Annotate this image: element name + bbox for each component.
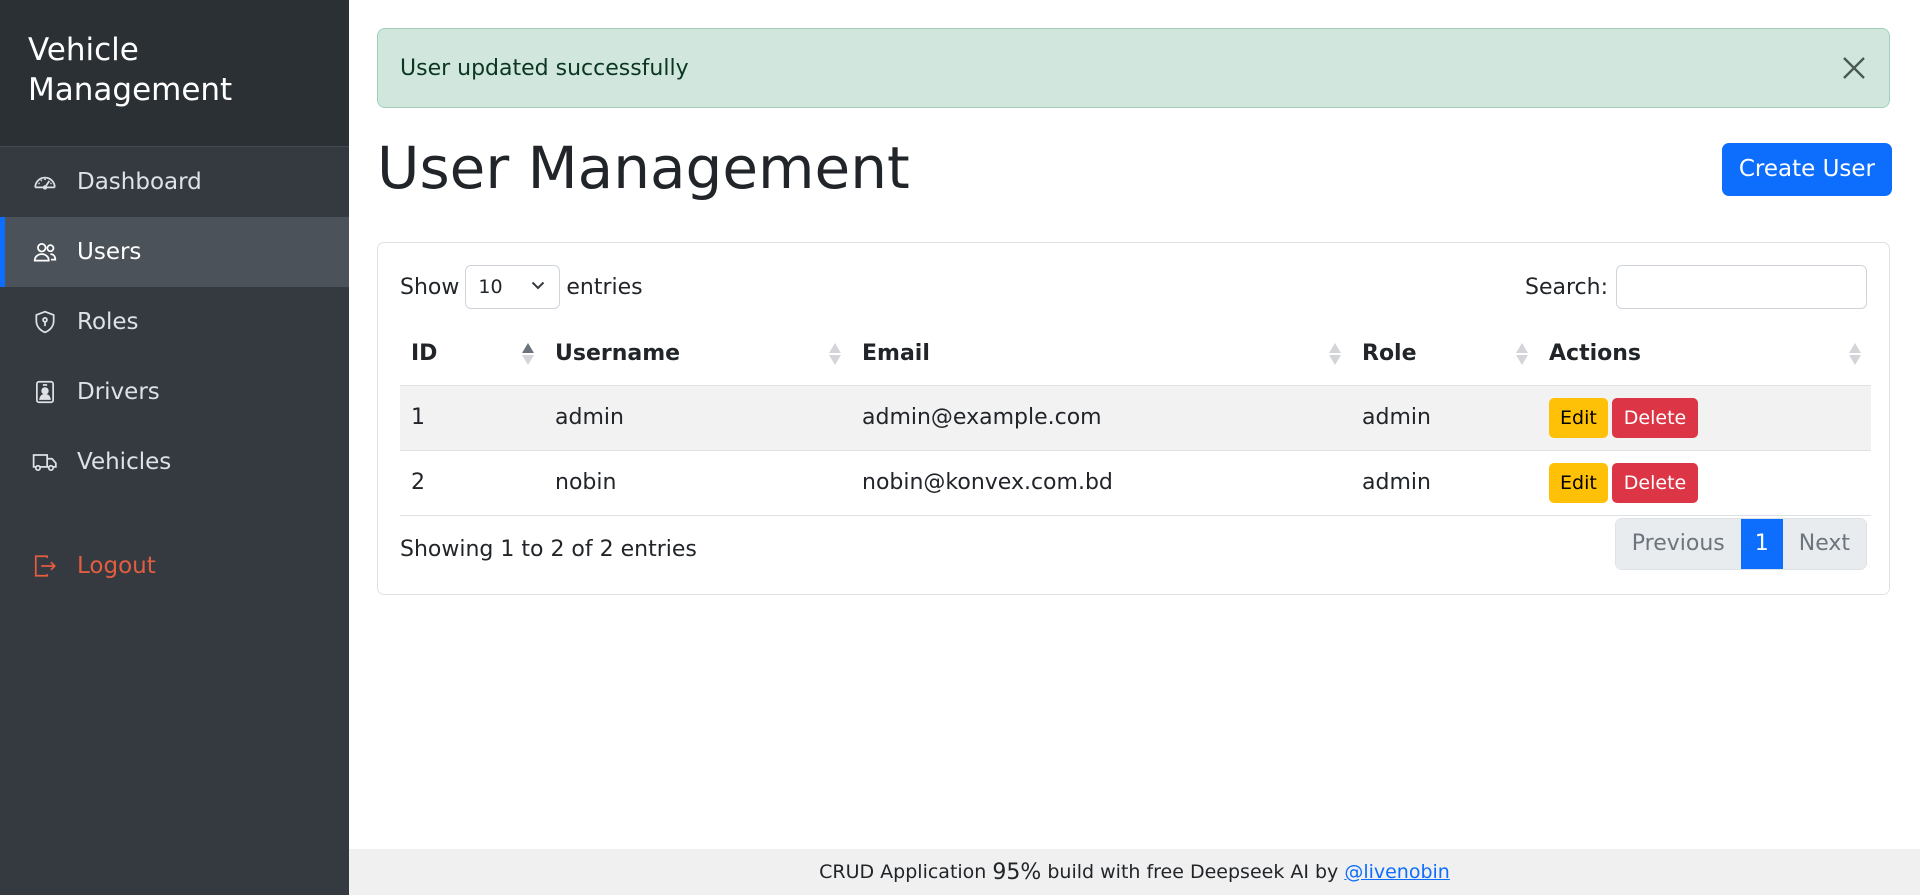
edit-button[interactable]: Edit — [1549, 462, 1608, 503]
footer-text-after: build with free Deepseek AI by — [1047, 861, 1339, 883]
logout-icon — [32, 553, 58, 579]
cell-role: admin — [1351, 450, 1538, 516]
table-controls: Show 10 entries Search: — [400, 265, 1867, 309]
cell-username: nobin — [544, 450, 851, 516]
speedometer-icon — [32, 169, 58, 195]
search-control: Search: — [1525, 265, 1867, 309]
users-table-card: Show 10 entries Search: ID Username Emai… — [377, 242, 1890, 595]
cell-role: admin — [1351, 385, 1538, 451]
chevron-down-icon — [530, 276, 546, 298]
page-button-current[interactable]: 1 — [1740, 519, 1783, 569]
close-icon[interactable] — [1837, 51, 1871, 85]
column-header-actions[interactable]: Actions — [1538, 323, 1871, 386]
page-title: User Management — [377, 134, 910, 202]
cell-id: 1 — [400, 385, 544, 451]
column-header-role[interactable]: Role — [1351, 323, 1538, 386]
sidebar-item-label: Vehicles — [77, 449, 172, 475]
pagination: Previous 1 Next — [1614, 518, 1867, 570]
sidebar-item-label: Roles — [77, 309, 139, 335]
success-alert: User updated successfully — [377, 28, 1890, 108]
cell-actions: Edit Delete — [1538, 450, 1871, 516]
sort-icon — [522, 342, 534, 365]
next-page-button[interactable]: Next — [1782, 519, 1866, 569]
footer-author-link[interactable]: @livenobin — [1344, 861, 1450, 883]
delete-button[interactable]: Delete — [1611, 397, 1699, 438]
sidebar: Vehicle Management Dashboard Users Roles… — [0, 0, 349, 895]
column-header-email[interactable]: Email — [851, 323, 1351, 386]
column-header-username[interactable]: Username — [544, 323, 851, 386]
cell-actions: Edit Delete — [1538, 385, 1871, 451]
sort-icon — [1329, 342, 1341, 365]
sort-icon — [829, 342, 841, 365]
brand: Vehicle Management — [0, 0, 349, 147]
main-content: User updated successfully User Managemen… — [349, 0, 1920, 895]
alert-message: User updated successfully — [400, 55, 689, 81]
sidebar-item-roles[interactable]: Roles — [0, 287, 349, 357]
logout-label: Logout — [77, 553, 156, 579]
truck-icon — [32, 449, 58, 475]
sidebar-item-label: Dashboard — [77, 169, 202, 195]
table-info: Showing 1 to 2 of 2 entries — [400, 537, 697, 562]
search-label: Search: — [1525, 274, 1608, 300]
person-badge-icon — [32, 379, 58, 405]
page-length-value: 10 — [478, 276, 503, 298]
footer-text: CRUD Application — [819, 861, 987, 883]
page-length-select[interactable]: 10 — [465, 265, 561, 309]
sidebar-item-users[interactable]: Users — [0, 217, 349, 287]
table-row: 2 nobin nobin@konvex.com.bd admin Edit De… — [400, 450, 1871, 516]
sort-icon — [1516, 342, 1528, 365]
cell-id: 2 — [400, 450, 544, 516]
users-table: ID Username Email Role Actions 1 admin a… — [400, 323, 1871, 516]
sidebar-item-drivers[interactable]: Drivers — [0, 357, 349, 427]
cell-email: admin@example.com — [851, 385, 1351, 451]
create-user-button[interactable]: Create User — [1721, 143, 1892, 196]
footer: CRUD Application 95% build with free Dee… — [349, 849, 1920, 895]
sidebar-item-dashboard[interactable]: Dashboard — [0, 147, 349, 217]
users-icon — [32, 239, 58, 265]
column-header-id[interactable]: ID — [400, 323, 544, 386]
page-length-control: Show 10 entries — [400, 265, 643, 309]
show-label: Show — [400, 274, 460, 300]
delete-button[interactable]: Delete — [1611, 462, 1699, 503]
table-row: 1 admin admin@example.com admin Edit Dele… — [400, 385, 1871, 451]
sidebar-item-label: Users — [77, 239, 142, 265]
entries-label: entries — [566, 274, 643, 300]
sort-icon — [1849, 342, 1861, 365]
sidebar-nav: Dashboard Users Roles Drivers Vehicles L… — [0, 147, 349, 601]
cell-email: nobin@konvex.com.bd — [851, 450, 1351, 516]
shield-icon — [32, 309, 58, 335]
cell-username: admin — [544, 385, 851, 451]
edit-button[interactable]: Edit — [1549, 397, 1608, 438]
sidebar-item-vehicles[interactable]: Vehicles — [0, 427, 349, 497]
previous-page-button[interactable]: Previous — [1615, 519, 1741, 569]
logout-link[interactable]: Logout — [0, 531, 349, 601]
search-input[interactable] — [1616, 265, 1867, 309]
sidebar-item-label: Drivers — [77, 379, 160, 405]
footer-percent: 95% — [992, 859, 1042, 885]
table-header-row: ID Username Email Role Actions — [400, 323, 1871, 386]
brand-title[interactable]: Vehicle Management — [28, 30, 268, 110]
